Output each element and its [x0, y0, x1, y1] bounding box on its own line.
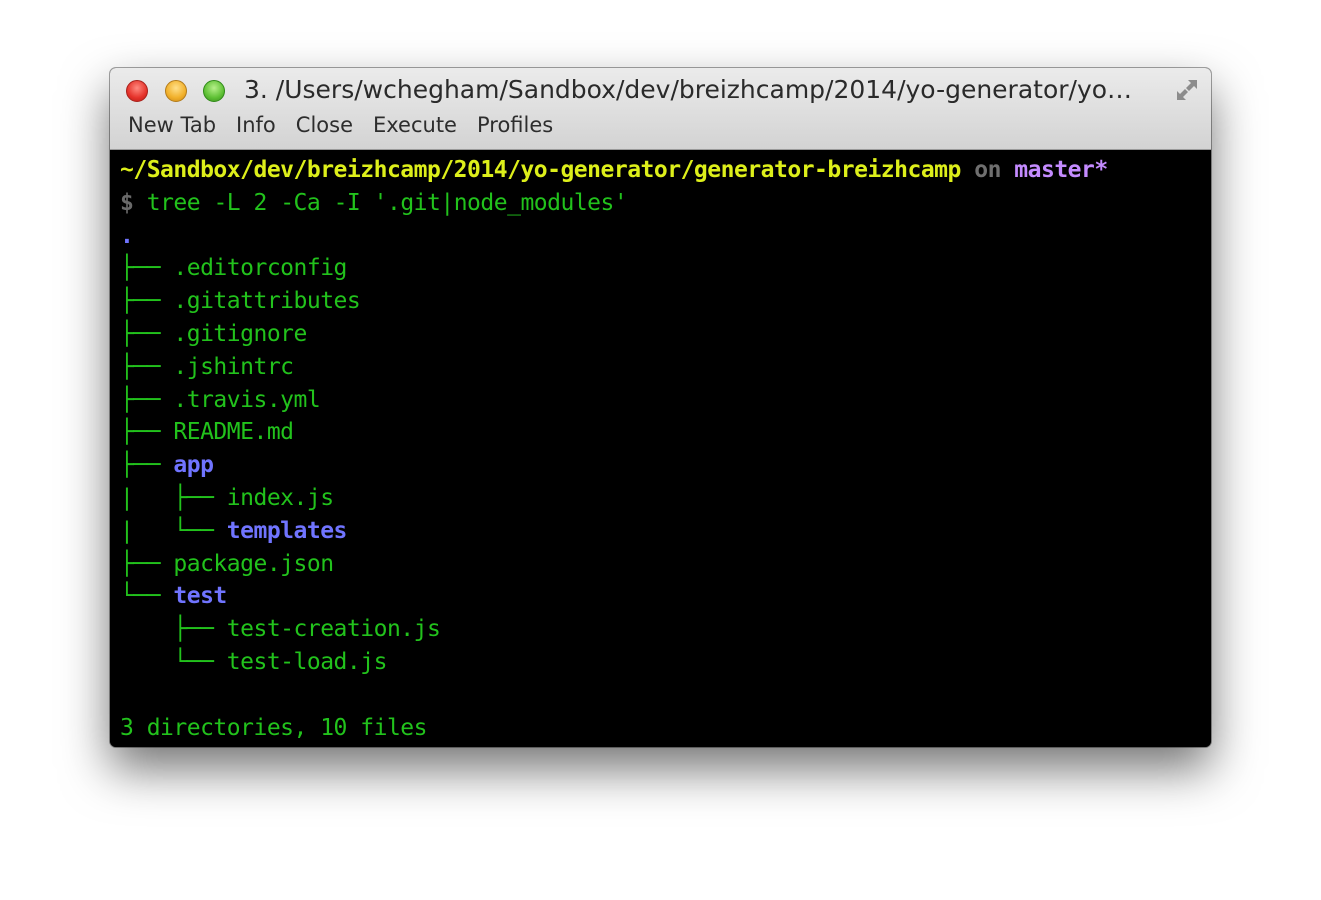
tree-file-name: package.json — [173, 550, 334, 577]
tree-line: └── test-load.js — [120, 646, 1211, 679]
prompt-dollar: $ — [120, 189, 134, 216]
tree-branch-prefix: ├── — [120, 386, 174, 413]
tree-file-name: test-creation.js — [226, 616, 441, 643]
tree-branch-prefix: | └── — [120, 517, 227, 544]
terminal-output[interactable]: ~/Sandbox/dev/breizhcamp/2014/yo-generat… — [110, 150, 1211, 747]
prompt-line: ~/Sandbox/dev/breizhcamp/2014/yo-generat… — [120, 154, 1211, 187]
tree-line: ├── .gitignore — [120, 318, 1211, 351]
tree-directory-name: templates — [226, 517, 348, 544]
toolbar: New Tab Info Close Execute Profiles — [128, 110, 553, 140]
tree-branch-prefix: ├── — [120, 255, 174, 282]
execute-button[interactable]: Execute — [373, 110, 457, 140]
close-window-button[interactable] — [126, 80, 148, 102]
tree-output: . ├── .editorconfig ├── .gitattributes ├── … — [120, 220, 1211, 679]
title-bar[interactable]: 3. /Users/wchegham/Sandbox/dev/breizhcam… — [110, 68, 1211, 150]
tree-file-name: .travis.yml — [173, 386, 321, 413]
tree-line: ├── README.md — [120, 416, 1211, 449]
tree-line: ├── .gitattributes — [120, 285, 1211, 318]
tree-line: | └── templates — [120, 515, 1211, 548]
tree-line: ├── test-creation.js — [120, 613, 1211, 646]
tree-branch-prefix: ├── — [120, 320, 174, 347]
info-button[interactable]: Info — [236, 110, 276, 140]
tree-file-name: test-load.js — [226, 648, 388, 675]
minimize-window-button[interactable] — [165, 80, 187, 102]
tree-line: . — [120, 220, 1211, 253]
tree-directory-name: test — [173, 583, 227, 610]
window-title: 3. /Users/wchegham/Sandbox/dev/breizhcam… — [244, 75, 1133, 104]
close-button[interactable]: Close — [296, 110, 353, 140]
tree-file-name: .gitattributes — [173, 288, 361, 315]
tree-branch-prefix: ├── — [120, 452, 174, 479]
tree-branch-prefix: ├── — [120, 288, 174, 315]
tree-directory-name: app — [173, 452, 214, 479]
tree-branch-prefix: ├── — [120, 419, 174, 446]
tree-line: | ├── index.js — [120, 482, 1211, 515]
fullscreen-icon[interactable] — [1173, 76, 1201, 104]
tree-file-name: .editorconfig — [173, 255, 347, 282]
tree-branch-prefix: └── — [120, 648, 227, 675]
summary-line: 3 directories, 10 files — [120, 714, 428, 741]
tree-branch-prefix: ├── — [120, 550, 174, 577]
tree-branch-prefix: └── — [120, 583, 174, 610]
prompt-on: on — [974, 157, 1001, 183]
tree-branch-prefix: | ├── — [120, 484, 227, 511]
tree-directory-name: . — [120, 222, 134, 249]
tree-line: ├── .jshintrc — [120, 351, 1211, 384]
command-line: $ tree -L 2 -Ca -I '.git|node_modules' — [120, 187, 1211, 220]
prompt-path: ~/Sandbox/dev/breizhcamp/2014/yo-generat… — [120, 157, 961, 183]
tree-line: ├── .editorconfig — [120, 252, 1211, 285]
prompt-branch: master* — [1014, 157, 1108, 183]
tree-file-name: README.md — [173, 419, 294, 446]
tree-file-name: index.js — [226, 484, 334, 511]
profiles-button[interactable]: Profiles — [477, 110, 553, 140]
tree-file-name: .jshintrc — [173, 353, 294, 380]
new-tab-button[interactable]: New Tab — [128, 110, 216, 140]
tree-line: ├── package.json — [120, 548, 1211, 581]
command-text: tree -L 2 -Ca -I '.git|node_modules' — [146, 189, 628, 216]
tree-line: └── test — [120, 580, 1211, 613]
tree-line: ├── app — [120, 449, 1211, 482]
tree-file-name: .gitignore — [173, 320, 307, 347]
zoom-window-button[interactable] — [203, 80, 225, 102]
terminal-window: 3. /Users/wchegham/Sandbox/dev/breizhcam… — [110, 68, 1211, 747]
tree-line: ├── .travis.yml — [120, 384, 1211, 417]
tree-branch-prefix: ├── — [120, 616, 227, 643]
tree-branch-prefix: ├── — [120, 353, 174, 380]
